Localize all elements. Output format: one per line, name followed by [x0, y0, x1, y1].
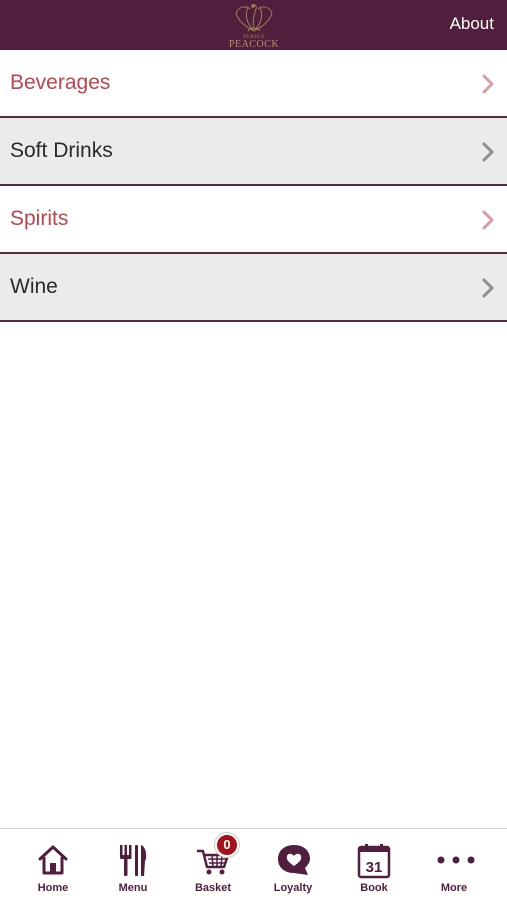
menu-item-beverages[interactable]: Beverages	[0, 50, 507, 118]
tab-label: Basket	[194, 882, 232, 894]
tab-label: Loyalty	[273, 882, 313, 894]
chevron-right-icon	[482, 142, 494, 162]
heart-bubble-icon	[278, 845, 310, 875]
logo-title: PEACOCK	[228, 39, 280, 50]
menu-item-spirits[interactable]: Spirits	[0, 186, 507, 254]
tab-home[interactable]: Home	[13, 829, 93, 900]
tab-label: Book	[360, 882, 388, 894]
tab-menu[interactable]: Menu	[93, 829, 173, 900]
tab-label: More	[440, 882, 468, 894]
fork-knife-icon	[120, 845, 147, 876]
calendar-day: 31	[366, 859, 383, 876]
calendar-icon: 31	[357, 844, 391, 879]
about-link[interactable]: About	[450, 14, 494, 34]
app-header: PURPLE PEACOCK About	[0, 0, 507, 50]
tab-label: Menu	[118, 882, 148, 894]
chevron-right-icon	[482, 210, 494, 230]
tab-more[interactable]: More	[414, 829, 494, 900]
chevron-right-icon	[482, 278, 494, 298]
menu-item-label: Spirits	[10, 207, 69, 230]
tab-basket[interactable]: 0 Basket	[173, 829, 253, 900]
tab-label: Home	[37, 882, 69, 894]
tab-book[interactable]: 31 Book	[334, 829, 414, 900]
menu-item-label: Soft Drinks	[10, 139, 113, 162]
menu-category-list: Beverages Soft Drinks Spirits Wine	[0, 50, 507, 322]
menu-item-label: Beverages	[10, 71, 111, 94]
menu-item-label: Wine	[10, 275, 58, 298]
home-icon	[38, 845, 68, 875]
more-dots-icon	[437, 856, 475, 864]
menu-item-wine[interactable]: Wine	[0, 254, 507, 322]
chevron-right-icon	[482, 74, 494, 94]
bottom-tab-bar: Home Menu 0 Basket Loyalty 31 Book More	[0, 828, 507, 900]
menu-item-soft-drinks[interactable]: Soft Drinks	[0, 118, 507, 186]
basket-count-badge: 0	[215, 833, 239, 857]
peacock-icon	[235, 4, 273, 32]
purple-peacock-logo[interactable]: PURPLE PEACOCK	[222, 0, 286, 50]
tab-loyalty[interactable]: Loyalty	[253, 829, 333, 900]
